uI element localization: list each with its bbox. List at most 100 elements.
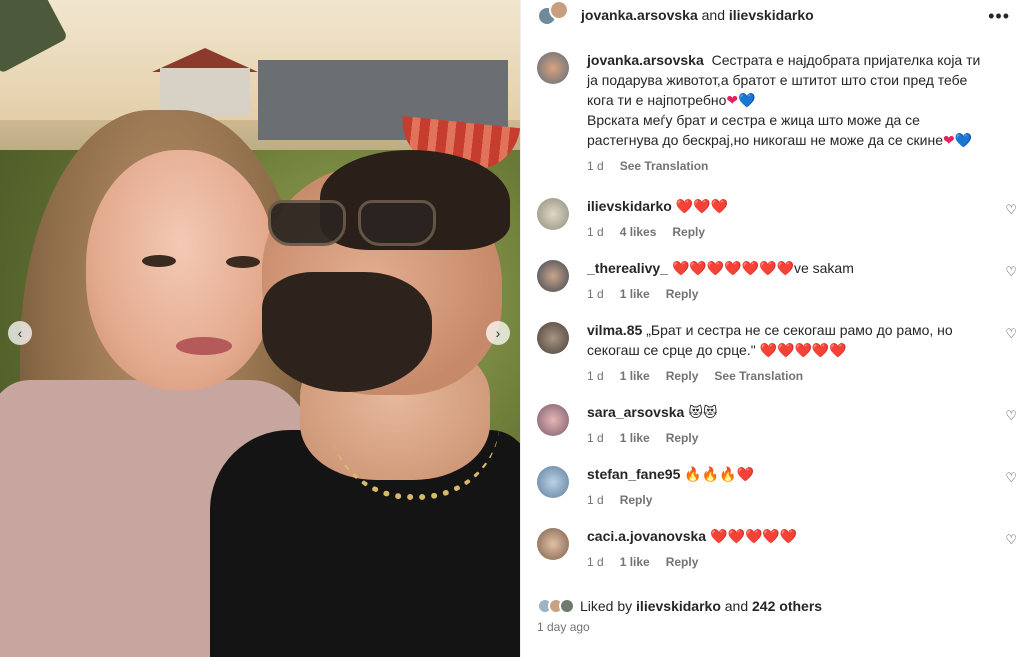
- comment-text: 😻😻: [688, 404, 718, 420]
- reply-button[interactable]: Reply: [672, 222, 705, 242]
- comment-username[interactable]: vilma.85: [587, 322, 642, 338]
- avatar[interactable]: [549, 0, 569, 20]
- comment-likes[interactable]: 1 like: [620, 552, 650, 572]
- comment-username[interactable]: caci.a.jovanovska: [587, 528, 706, 544]
- reply-button[interactable]: Reply: [666, 366, 699, 386]
- heart-outline-icon[interactable]: ♡: [1005, 532, 1017, 548]
- comment-body: _therealivy_ ❤️❤️❤️❤️❤️❤️❤️ve sakam 1 d 1…: [587, 258, 995, 304]
- comment-likes[interactable]: 1 like: [620, 428, 650, 448]
- comment-body: stefan_fane95 🔥🔥🔥❤️ 1 d Reply: [587, 464, 995, 510]
- reply-button[interactable]: Reply: [666, 428, 699, 448]
- avatar[interactable]: [537, 52, 569, 84]
- comment-meta: 1 d 4 likes Reply: [587, 222, 995, 242]
- photo-eye-right: [226, 256, 260, 268]
- photo-lens-left: [268, 200, 346, 246]
- heart-outline-icon[interactable]: ♡: [1005, 408, 1017, 424]
- reply-button[interactable]: Reply: [620, 490, 653, 510]
- photo-sunglasses: [268, 200, 448, 246]
- caption-line2: Врската меѓу брат и сестра е жица што мо…: [587, 112, 944, 148]
- post-authors: jovanka.arsovska and ilievskidarko: [581, 7, 814, 23]
- comment-username[interactable]: stefan_fane95: [587, 466, 680, 482]
- header-avatars[interactable]: [537, 0, 573, 30]
- liked-by: Liked by ilievskidarko and 242 others: [537, 598, 1017, 614]
- comment-text: ❤️❤️❤️❤️❤️: [710, 528, 798, 544]
- comment-item: caci.a.jovanovska ❤️❤️❤️❤️❤️ 1 d 1 like R…: [521, 526, 1024, 572]
- comment-username[interactable]: ilievskidarko: [587, 198, 672, 214]
- photo-lens-right: [358, 200, 436, 246]
- comment-item: sara_arsovska 😻😻 1 d 1 like Reply ♡: [521, 402, 1024, 448]
- comment-meta: 1 d 1 like Reply: [587, 428, 995, 448]
- avatar[interactable]: [537, 198, 569, 230]
- chevron-right-icon[interactable]: ›: [486, 321, 510, 345]
- comments-list: jovanka.arsovska Сестрата е најдобрата п…: [521, 50, 1024, 595]
- liked-by-and: and: [724, 598, 749, 614]
- see-translation-link[interactable]: See Translation: [620, 156, 709, 176]
- comments-panel: jovanka.arsovska and ilievskidarko ••• j…: [520, 0, 1024, 657]
- chevron-left-icon[interactable]: ‹: [8, 321, 32, 345]
- heart-outline-icon[interactable]: ♡: [1005, 470, 1017, 486]
- comment-time: 1 d: [587, 431, 604, 445]
- comment-item: vilma.85 „Брат и сестра не се секогаш рам…: [521, 320, 1024, 386]
- avatar[interactable]: [537, 466, 569, 498]
- caption-body: jovanka.arsovska Сестрата е најдобрата п…: [587, 50, 995, 176]
- photo-man-beard: [262, 272, 432, 392]
- post-header: jovanka.arsovska and ilievskidarko •••: [521, 0, 1024, 30]
- heart-outline-icon[interactable]: ♡: [1005, 326, 1017, 342]
- liked-by-user[interactable]: ilievskidarko: [636, 598, 721, 614]
- comment-time: 1 d: [587, 555, 604, 569]
- comment-item: stefan_fane95 🔥🔥🔥❤️ 1 d Reply ♡: [521, 464, 1024, 510]
- coauthor-link[interactable]: ilievskidarko: [729, 7, 814, 23]
- photo-lips: [176, 337, 232, 355]
- heart-outline-icon[interactable]: ♡: [1005, 264, 1017, 280]
- avatar[interactable]: [537, 322, 569, 354]
- comment-text: ❤️❤️❤️❤️❤️❤️❤️ve sakam: [671, 260, 854, 276]
- comment-meta: 1 d 1 like Reply See Translation: [587, 366, 995, 386]
- author-and: and: [701, 7, 725, 23]
- see-translation-link[interactable]: See Translation: [714, 366, 803, 386]
- comment-body: sara_arsovska 😻😻 1 d 1 like Reply: [587, 402, 995, 448]
- photo-eye-left: [142, 255, 176, 267]
- post-footer: Liked by ilievskidarko and 242 others 1 …: [537, 598, 1017, 634]
- post-view: ‹ › jovanka.arsovska and ilievskidarko •…: [0, 0, 1024, 657]
- comment-body: vilma.85 „Брат и сестра не се секогаш рам…: [587, 320, 995, 386]
- comment-item: _therealivy_ ❤️❤️❤️❤️❤️❤️❤️ve sakam 1 d 1…: [521, 258, 1024, 304]
- comment-likes[interactable]: 4 likes: [620, 222, 657, 242]
- reply-button[interactable]: Reply: [666, 552, 699, 572]
- blue-heart-emoji: 💙: [954, 132, 973, 148]
- avatar[interactable]: [537, 260, 569, 292]
- comment-likes[interactable]: 1 like: [620, 366, 650, 386]
- comment-item: ilievskidarko ❤️❤️❤️ 1 d 4 likes Reply ♡: [521, 196, 1024, 242]
- post-timestamp: 1 day ago: [537, 620, 590, 634]
- caption-time: 1 d: [587, 159, 604, 173]
- heart-outline-icon[interactable]: ♡: [1005, 202, 1017, 218]
- liked-by-text[interactable]: Liked by ilievskidarko and 242 others: [580, 598, 822, 614]
- liked-by-others[interactable]: 242 others: [752, 598, 822, 614]
- photo-woman-face: [86, 150, 276, 390]
- comment-time: 1 d: [587, 369, 604, 383]
- more-options-icon[interactable]: •••: [988, 6, 1010, 27]
- comment-time: 1 d: [587, 225, 604, 239]
- avatar: [559, 598, 575, 614]
- reply-button[interactable]: Reply: [666, 284, 699, 304]
- red-heart-emoji: ❤: [726, 92, 739, 108]
- comment-body: caci.a.jovanovska ❤️❤️❤️❤️❤️ 1 d 1 like R…: [587, 526, 995, 572]
- comment-username[interactable]: _therealivy_: [587, 260, 668, 276]
- post-photo[interactable]: ‹ ›: [0, 0, 520, 657]
- photo-house: [160, 68, 250, 116]
- comment-meta: 1 d Reply: [587, 490, 995, 510]
- avatar[interactable]: [537, 404, 569, 436]
- comment-meta: 1 d 1 like Reply: [587, 284, 995, 304]
- caption-meta: 1 d See Translation: [587, 156, 995, 176]
- comment-body: ilievskidarko ❤️❤️❤️ 1 d 4 likes Reply: [587, 196, 995, 242]
- comment-username[interactable]: sara_arsovska: [587, 404, 684, 420]
- blue-heart-emoji: 💙: [738, 92, 756, 108]
- comment-text: ❤️❤️❤️: [675, 198, 729, 214]
- avatar[interactable]: [537, 528, 569, 560]
- comment-likes[interactable]: 1 like: [620, 284, 650, 304]
- comment-time: 1 d: [587, 493, 604, 507]
- author-link[interactable]: jovanka.arsovska: [581, 7, 698, 23]
- caption-username[interactable]: jovanka.arsovska: [587, 52, 704, 68]
- red-heart-emoji: ❤: [943, 132, 955, 148]
- comment-meta: 1 d 1 like Reply: [587, 552, 995, 572]
- liked-by-prefix: Liked by: [580, 598, 633, 614]
